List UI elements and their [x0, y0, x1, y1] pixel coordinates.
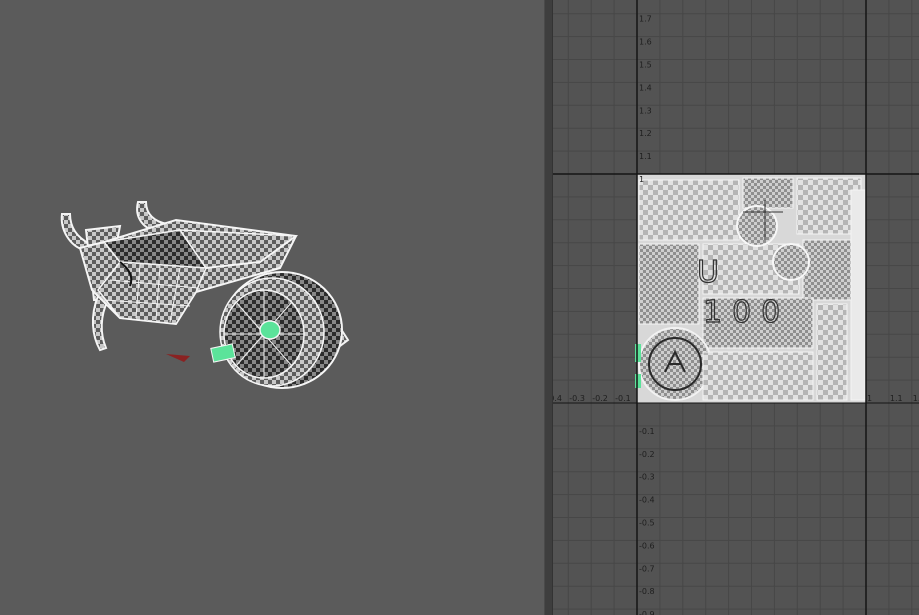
v-tick-label: 1.6 — [639, 38, 652, 47]
maya-workspace: U 100 -0.4 -0.3 -0.2 -0.1 1 1.1 1.2 1.7 1.6 1.5 1… — [0, 0, 919, 615]
u-tick-label: -0.2 — [592, 394, 608, 403]
wheelbarrow-model[interactable] — [0, 0, 544, 615]
uv-texture-letter: U — [697, 255, 719, 290]
u-tick-label: 1 — [867, 394, 872, 403]
v-tick-label: -0.6 — [639, 541, 655, 550]
v-tick-label: -0.2 — [639, 450, 655, 459]
v-tick-label: 1.4 — [639, 83, 652, 92]
v-tick-label: 1 — [639, 175, 644, 184]
uv-grid: U 100 -0.4 -0.3 -0.2 -0.1 1 1.1 1.2 1.7 1.6 1.5 1… — [553, 0, 919, 615]
panel-divider[interactable] — [544, 0, 553, 615]
v-tick-label: 1.3 — [639, 106, 652, 115]
u-tick-label: 1.2 — [913, 394, 919, 403]
u-tick-label: -0.3 — [569, 394, 585, 403]
v-tick-label: -0.3 — [639, 473, 655, 482]
v-tick-label: -0.8 — [639, 587, 655, 596]
perspective-viewport[interactable] — [0, 0, 544, 615]
v-tick-label: -0.9 — [639, 610, 655, 615]
v-tick-label: 1.1 — [639, 152, 652, 161]
uv-texture-tile: U 100 — [635, 174, 866, 403]
v-tick-label: 1.7 — [639, 15, 652, 24]
v-tick-label: -0.4 — [639, 496, 655, 505]
v-tick-label: -0.1 — [639, 427, 655, 436]
wheel-hub — [259, 320, 281, 340]
v-tick-label: 1.5 — [639, 61, 652, 70]
u-tick-label: -0.4 — [553, 394, 562, 403]
uv-texture-number: 100 — [703, 295, 790, 330]
v-tick-label: -0.7 — [639, 564, 655, 573]
v-tick-label: 1.2 — [639, 129, 652, 138]
u-tick-label: -0.1 — [615, 394, 631, 403]
u-tick-label: 1.1 — [890, 394, 903, 403]
v-tick-label: -0.5 — [639, 519, 655, 528]
uv-editor-panel[interactable]: U 100 -0.4 -0.3 -0.2 -0.1 1 1.1 1.2 1.7 1.6 1.5 1… — [553, 0, 919, 615]
